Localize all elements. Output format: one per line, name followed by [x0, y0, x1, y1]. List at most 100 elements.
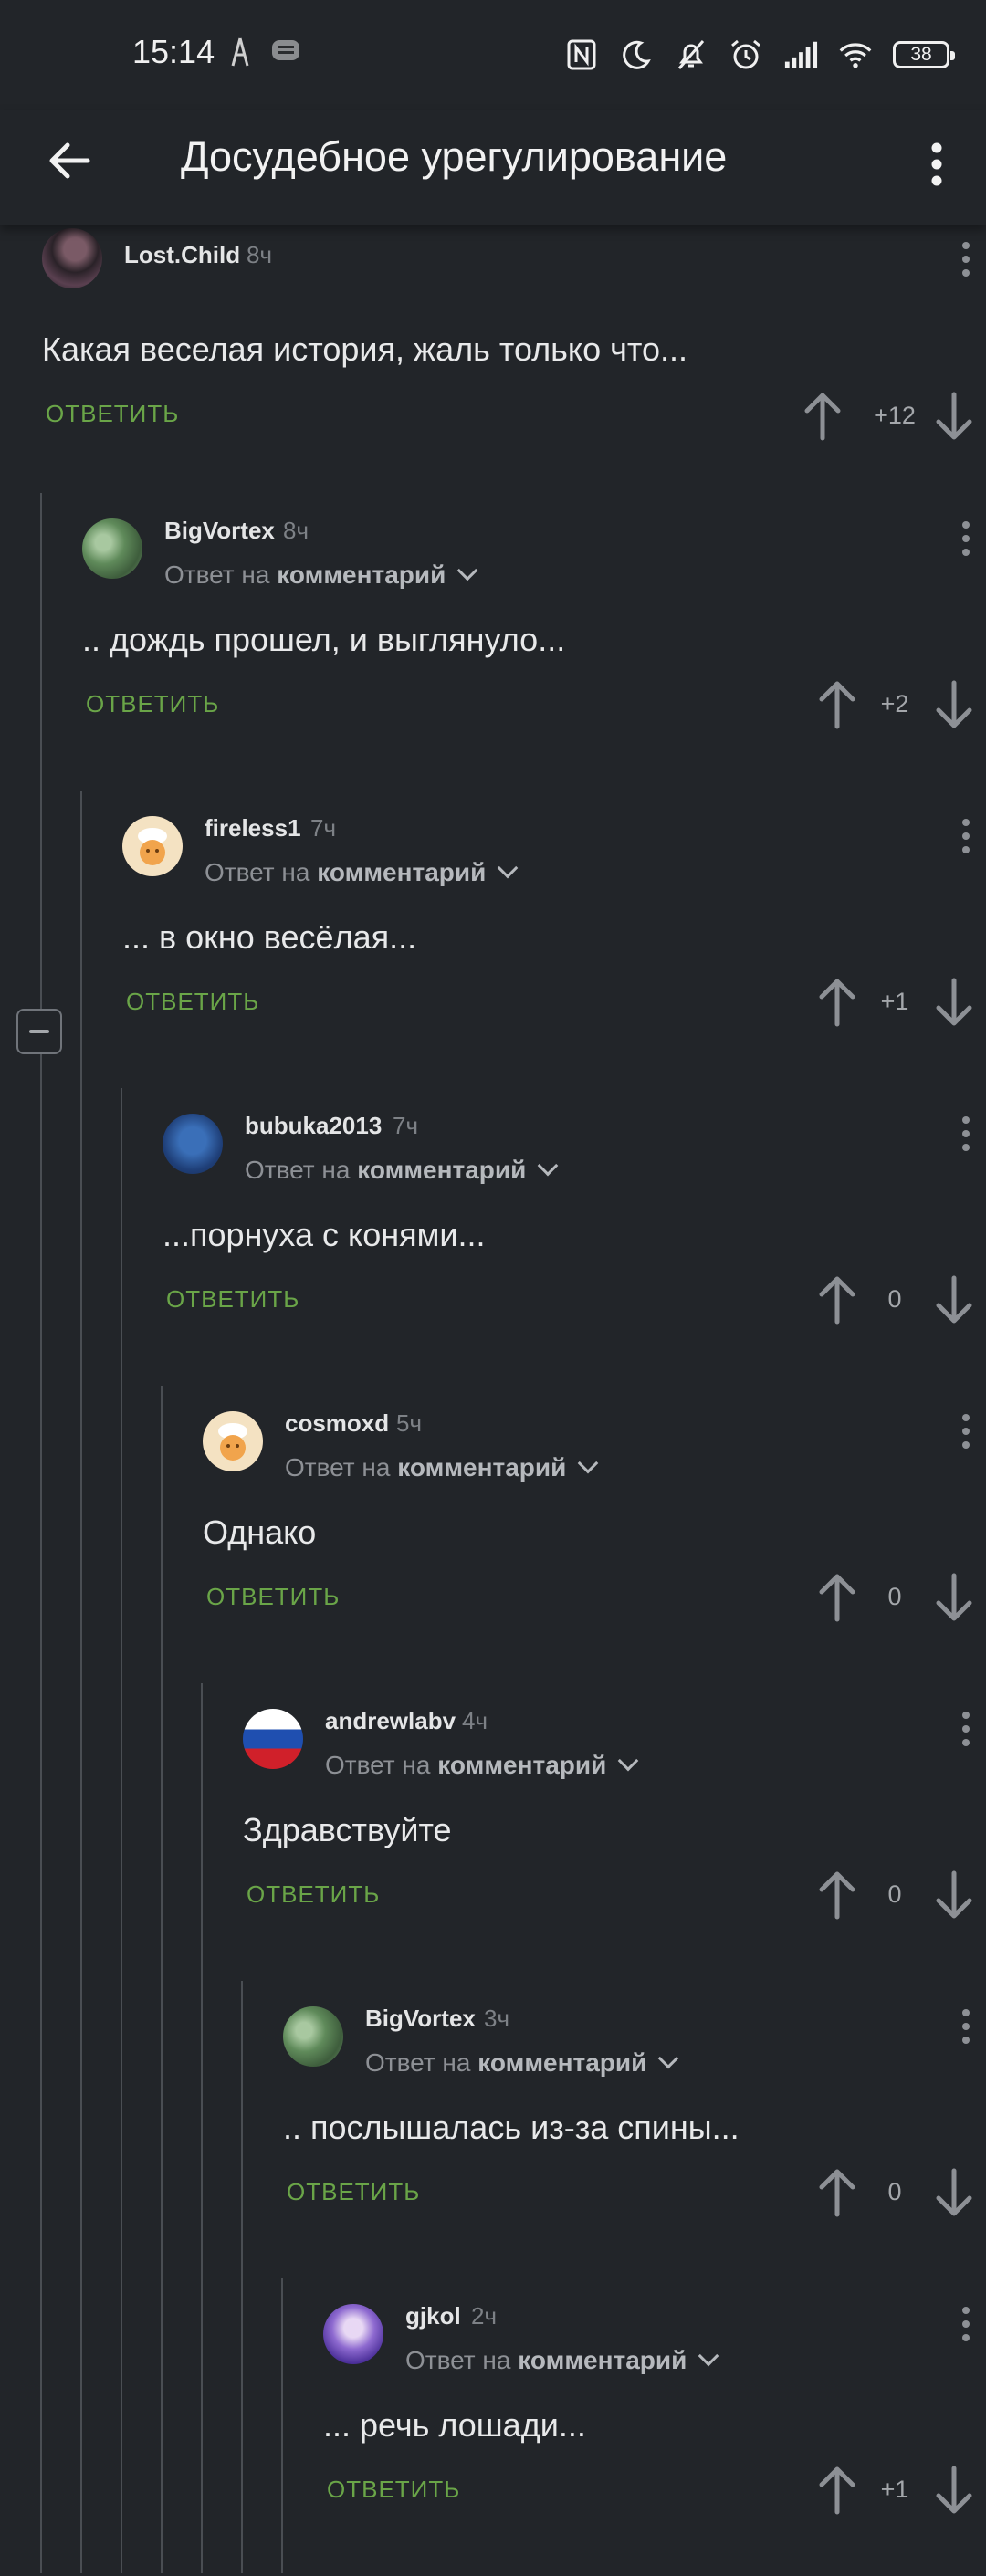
chevron-down-icon: [498, 857, 519, 879]
arrow-left-icon: [49, 142, 90, 179]
comment-menu-icon[interactable]: [953, 1404, 979, 1459]
avatar[interactable]: [203, 1411, 263, 1471]
kebab-menu-icon: [931, 142, 942, 186]
comment-menu-icon[interactable]: [953, 511, 979, 566]
comment-text: .. дождь прошел, и выглянуло...: [82, 621, 566, 658]
comment-menu-icon[interactable]: [953, 1106, 979, 1161]
upvote-icon[interactable]: [816, 1274, 858, 1325]
comment-author[interactable]: gjkol: [405, 2302, 461, 2330]
comment: fireless1 7ч Ответ на комментарий ... в …: [0, 791, 986, 1088]
reply-button[interactable]: ОТВЕТИТЬ: [246, 1880, 380, 1909]
downvote-icon[interactable]: [933, 977, 975, 1028]
upvote-icon[interactable]: [816, 1869, 858, 1921]
more-options-button[interactable]: [915, 130, 959, 199]
upvote-icon[interactable]: [816, 2465, 858, 2516]
reply-to-link[interactable]: Ответ на комментарий: [164, 560, 478, 590]
notification-icon: [228, 37, 252, 68]
reply-to-link[interactable]: Ответ на комментарий: [205, 857, 519, 887]
comment-author[interactable]: cosmoxd: [285, 1409, 389, 1438]
reply-to-link[interactable]: Ответ на комментарий: [245, 1155, 559, 1185]
comment-text: .. послышалась из-за спины...: [283, 2109, 740, 2146]
chevron-down-icon: [457, 560, 478, 581]
alarm-icon: [729, 37, 763, 72]
comment-time: 8ч: [283, 517, 309, 544]
bell-off-icon: [674, 37, 708, 72]
downvote-icon[interactable]: [933, 679, 975, 730]
comment-menu-icon[interactable]: [953, 232, 979, 287]
comment-author[interactable]: andrewlabv: [325, 1707, 456, 1735]
upvote-icon[interactable]: [816, 679, 858, 730]
vote-score: +1: [880, 2476, 909, 2503]
chevron-down-icon: [698, 2345, 719, 2367]
comment-time: 2ч: [471, 2302, 498, 2330]
reply-button[interactable]: ОТВЕТИТЬ: [327, 2476, 460, 2504]
downvote-icon[interactable]: [933, 391, 975, 442]
avatar[interactable]: [122, 816, 183, 876]
vote-score: 0: [887, 1285, 902, 1313]
upvote-icon[interactable]: [816, 1572, 858, 1623]
reply-to-link[interactable]: Ответ на комментарий: [405, 2345, 719, 2375]
downvote-icon[interactable]: [933, 2465, 975, 2516]
comment-text: ...порнуха с конями...: [163, 1216, 486, 1253]
reply-button[interactable]: ОТВЕТИТЬ: [287, 2178, 420, 2206]
avatar[interactable]: [42, 228, 102, 288]
chevron-down-icon: [658, 2047, 679, 2069]
downvote-icon[interactable]: [933, 1869, 975, 1921]
downvote-icon[interactable]: [933, 1572, 975, 1623]
comment-time: 7ч: [310, 814, 337, 842]
upvote-icon[interactable]: [816, 977, 858, 1028]
avatar[interactable]: [243, 1709, 303, 1769]
comment-menu-icon[interactable]: [953, 809, 979, 864]
chevron-down-icon: [618, 1750, 639, 1772]
reply-to-link[interactable]: Ответ на комментарий: [325, 1750, 639, 1780]
reply-to-link[interactable]: Ответ на комментарий: [365, 2047, 679, 2078]
reply-button[interactable]: ОТВЕТИТЬ: [46, 400, 179, 428]
avatar[interactable]: [283, 2006, 343, 2067]
reply-to-link[interactable]: Ответ на комментарий: [285, 1452, 599, 1482]
vote-score: +12: [874, 402, 916, 429]
comment-author[interactable]: BigVortex: [365, 2005, 476, 2033]
comment-time: 8ч: [246, 241, 273, 268]
app-header: Досудебное урегулирование: [0, 110, 986, 225]
page-title: Досудебное урегулирование: [181, 133, 728, 180]
upvote-icon[interactable]: [816, 2167, 858, 2218]
wifi-icon: [838, 37, 873, 72]
comment-text: ... в окно весёлая...: [122, 918, 417, 956]
downvote-icon[interactable]: [933, 2167, 975, 2218]
comment-time: 5ч: [396, 1409, 423, 1437]
avatar[interactable]: [323, 2304, 383, 2364]
comment-author[interactable]: BigVortex: [164, 517, 275, 545]
comment-author[interactable]: fireless1: [205, 814, 301, 843]
vote-score: +1: [880, 988, 909, 1015]
comment-text: Однако: [203, 1513, 317, 1551]
comment-text: Здравствуйте: [243, 1811, 452, 1848]
comment-author[interactable]: Lost.Child: [124, 241, 240, 269]
comment: bubuka2013 7ч Ответ на комментарий ...по…: [0, 1088, 986, 1386]
upvote-icon[interactable]: [802, 391, 844, 442]
reply-button[interactable]: ОТВЕТИТЬ: [126, 988, 259, 1016]
status-time: 15:14: [132, 33, 215, 70]
back-button[interactable]: [38, 130, 100, 192]
comment-menu-icon[interactable]: [953, 1702, 979, 1756]
comment-menu-icon[interactable]: [953, 2297, 979, 2351]
avatar[interactable]: [82, 518, 142, 579]
vote-score: 0: [887, 1583, 902, 1610]
comment: andrewlabv 4ч Ответ на комментарий Здрав…: [0, 1683, 986, 1981]
vote-score: 0: [887, 1880, 902, 1908]
battery-icon: 38: [893, 41, 955, 68]
avatar[interactable]: [163, 1114, 223, 1174]
comment-text: Какая веселая история, жаль только что..…: [42, 330, 687, 368]
comment-time: 3ч: [484, 2005, 510, 2032]
comment: cosmoxd 5ч Ответ на комментарий Однако О…: [0, 1386, 986, 1683]
moon-icon: [619, 37, 654, 72]
comment-author[interactable]: bubuka2013: [245, 1112, 382, 1140]
downvote-icon[interactable]: [933, 1274, 975, 1325]
reply-button[interactable]: ОТВЕТИТЬ: [206, 1583, 340, 1611]
comment: gjkol 2ч Ответ на комментарий ... речь л…: [0, 2278, 986, 2576]
reply-button[interactable]: ОТВЕТИТЬ: [166, 1285, 299, 1314]
comment-text: ... речь лошади...: [323, 2406, 586, 2444]
reply-button[interactable]: ОТВЕТИТЬ: [86, 690, 219, 718]
chevron-down-icon: [538, 1155, 559, 1177]
chevron-down-icon: [578, 1452, 599, 1474]
comment-menu-icon[interactable]: [953, 1999, 979, 2054]
